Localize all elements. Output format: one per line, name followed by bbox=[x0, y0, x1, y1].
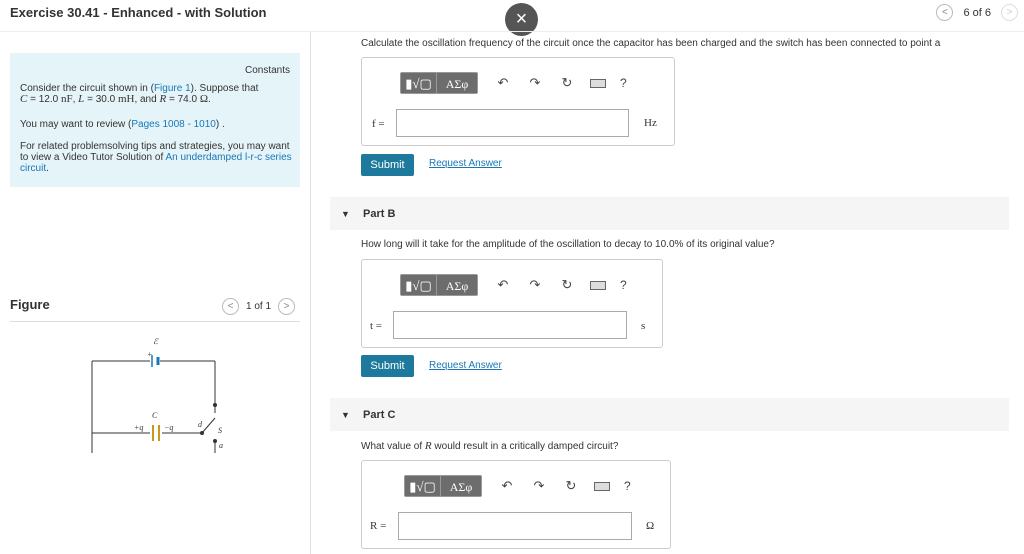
symbols-button[interactable]: ΑΣφ bbox=[441, 476, 481, 496]
collapse-triangle-icon: ▼ bbox=[341, 209, 350, 219]
part-a-question: Calculate the oscillation frequency of t… bbox=[361, 38, 941, 49]
part-c-answer-box: ▮√▢ ΑΣφ ↶ ↷ ↻ ? R = Ω bbox=[361, 460, 671, 549]
part-b-variable: t = bbox=[370, 320, 383, 332]
reset-icon[interactable]: ↻ bbox=[560, 277, 574, 293]
help-icon[interactable]: ? bbox=[624, 479, 631, 493]
part-a-submit-button[interactable]: Submit bbox=[361, 154, 414, 176]
part-c-answer-input[interactable] bbox=[398, 512, 632, 540]
constants-link[interactable]: Constants bbox=[245, 65, 290, 76]
symbols-button[interactable]: ΑΣφ bbox=[437, 275, 477, 295]
header-divider bbox=[0, 31, 1024, 32]
undo-icon[interactable]: ↶ bbox=[496, 277, 510, 293]
part-b-submit-button[interactable]: Submit bbox=[361, 355, 414, 377]
part-b-answer-box: ▮√▢ ΑΣφ ↶ ↷ ↻ ? t = s bbox=[361, 259, 663, 348]
exercise-title: Exercise 30.41 - Enhanced - with Solutio… bbox=[10, 5, 267, 20]
undo-icon[interactable]: ↶ bbox=[500, 478, 514, 494]
emf-label: ℰ bbox=[153, 337, 159, 346]
reset-icon[interactable]: ↻ bbox=[564, 478, 578, 494]
help-icon[interactable]: ? bbox=[620, 278, 627, 292]
part-b-answer-input[interactable] bbox=[393, 311, 627, 339]
templates-button[interactable]: ▮√▢ bbox=[405, 476, 441, 496]
redo-icon[interactable]: ↷ bbox=[532, 478, 546, 494]
symbols-button[interactable]: ΑΣφ bbox=[437, 73, 477, 93]
part-b-toolbar: ▮√▢ ΑΣφ ↶ ↷ ↻ ? bbox=[400, 274, 627, 296]
problem-info-box: Constants Consider the circuit shown in … bbox=[10, 53, 300, 187]
exercise-pager: < 6 of 6 > bbox=[936, 4, 1018, 21]
problem-statement: Consider the circuit shown in (Figure 1)… bbox=[20, 83, 259, 105]
figure-pager-text: 1 of 1 bbox=[246, 301, 272, 312]
battery-plus-label: + bbox=[147, 350, 152, 359]
column-divider bbox=[310, 32, 311, 554]
node-d bbox=[200, 431, 204, 435]
review-text: You may want to review (Pages 1008 - 101… bbox=[20, 119, 225, 130]
redo-icon[interactable]: ↷ bbox=[528, 277, 542, 293]
part-b-request-answer-link[interactable]: Request Answer bbox=[429, 360, 502, 371]
prev-figure-button[interactable]: < bbox=[222, 298, 239, 315]
part-c-title: Part C bbox=[363, 409, 396, 421]
part-c-unit: Ω bbox=[646, 520, 655, 532]
figure-label: Figure bbox=[10, 297, 50, 312]
video-tutor-text: For related problemsolving tips and stra… bbox=[20, 141, 292, 174]
part-c-header[interactable]: ▼ Part C bbox=[330, 398, 1009, 431]
reset-icon[interactable]: ↻ bbox=[560, 75, 574, 91]
next-exercise-button[interactable]: > bbox=[1001, 4, 1018, 21]
next-figure-button[interactable]: > bbox=[278, 298, 296, 315]
figure-divider bbox=[10, 321, 300, 322]
part-a-request-answer-link[interactable]: Request Answer bbox=[429, 158, 502, 169]
templates-button[interactable]: ▮√▢ bbox=[401, 275, 437, 295]
undo-icon[interactable]: ↶ bbox=[496, 75, 510, 91]
part-a-toolbar: ▮√▢ ΑΣφ ↶ ↷ ↻ ? bbox=[400, 72, 627, 94]
part-b-question: How long will it take for the amplitude … bbox=[361, 239, 775, 250]
circuit-diagram: ℰ + C +q −q d S a R b L c i bbox=[91, 337, 223, 453]
part-c-toolbar: ▮√▢ ΑΣφ ↶ ↷ ↻ ? bbox=[404, 475, 631, 497]
prev-exercise-button[interactable]: < bbox=[936, 4, 954, 21]
node-a bbox=[213, 439, 217, 443]
templates-button[interactable]: ▮√▢ bbox=[401, 73, 437, 93]
keyboard-icon[interactable] bbox=[594, 481, 610, 491]
pages-link[interactable]: Pages 1008 - 1010 bbox=[131, 119, 216, 130]
exercise-pager-text: 6 of 6 bbox=[963, 6, 991, 19]
part-b-unit: s bbox=[641, 320, 646, 332]
point-a-label: a bbox=[219, 441, 223, 450]
capacitor-label: C bbox=[152, 411, 158, 420]
switch-s-label: S bbox=[218, 426, 222, 435]
figure-pager: < 1 of 1 > bbox=[222, 298, 296, 315]
part-a-variable: f = bbox=[372, 118, 385, 130]
part-c-variable: R = bbox=[370, 520, 387, 532]
part-c-question: What value of R would result in a critic… bbox=[361, 440, 619, 452]
help-icon[interactable]: ? bbox=[620, 76, 627, 90]
node-top bbox=[213, 403, 217, 407]
keyboard-icon[interactable] bbox=[590, 280, 606, 290]
collapse-triangle-icon: ▼ bbox=[341, 410, 350, 420]
switch-d-label: d bbox=[198, 420, 203, 429]
keyboard-icon[interactable] bbox=[590, 78, 606, 88]
part-b-title: Part B bbox=[363, 208, 396, 220]
part-a-unit: Hz bbox=[644, 117, 657, 129]
redo-icon[interactable]: ↷ bbox=[528, 75, 542, 91]
plus-q-label: +q bbox=[134, 423, 143, 432]
part-a-answer-input[interactable] bbox=[396, 109, 629, 137]
minus-q-label: −q bbox=[164, 423, 173, 432]
part-a-answer-box: ▮√▢ ΑΣφ ↶ ↷ ↻ ? f = Hz bbox=[361, 57, 675, 146]
part-b-header[interactable]: ▼ Part B bbox=[330, 197, 1009, 230]
